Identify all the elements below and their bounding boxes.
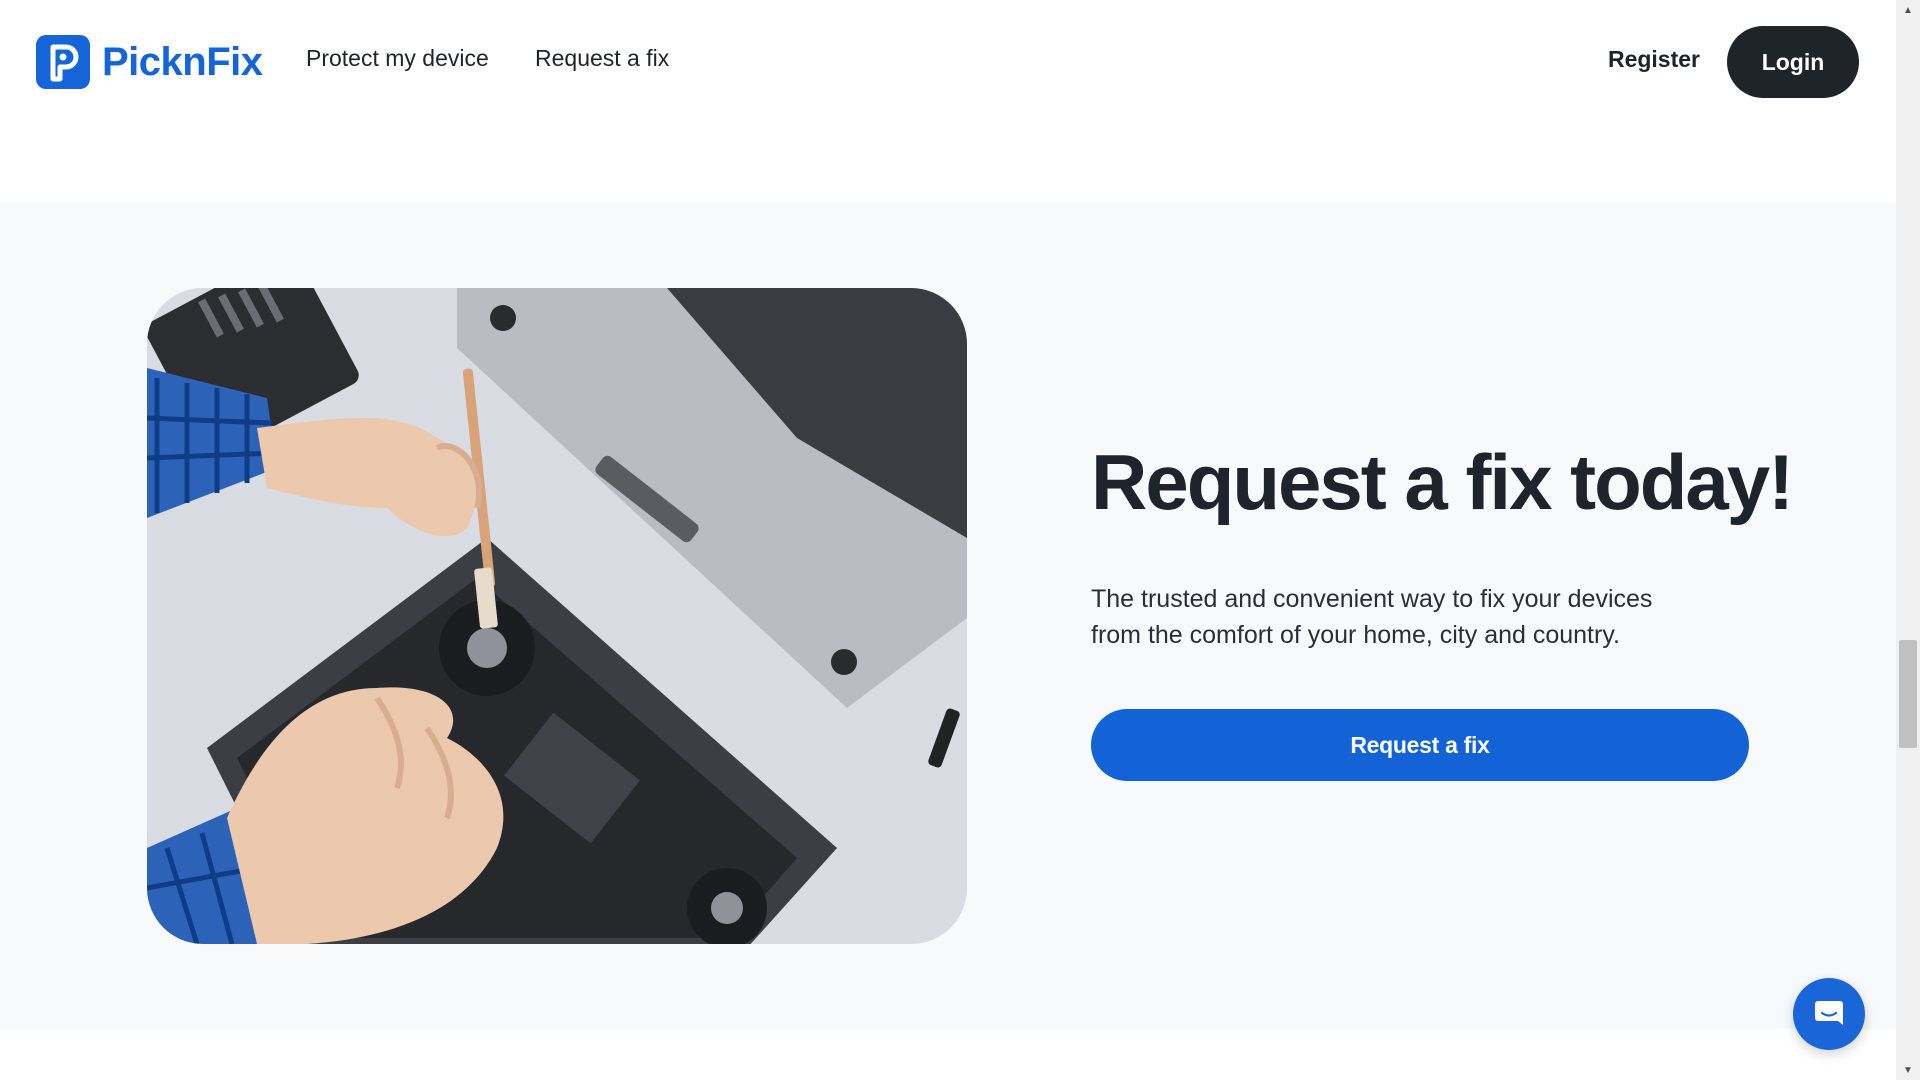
request-fix-section: Request a fix today! The trusted and con…	[0, 203, 1896, 1029]
vertical-scrollbar[interactable]: ▲ ▼	[1896, 0, 1920, 1080]
section-heading: Request a fix today!	[1091, 438, 1794, 526]
register-link[interactable]: Register	[1608, 46, 1700, 73]
brand-logo-link[interactable]: PicknFix	[36, 35, 263, 89]
page-viewport: PicknFix Protect my device Request a fix…	[0, 0, 1896, 1080]
chat-launcher-button[interactable]	[1793, 978, 1865, 1050]
login-button[interactable]: Login	[1727, 26, 1859, 98]
description-line-2: from the comfort of your home, city and …	[1091, 621, 1620, 649]
scrollbar-thumb[interactable]	[1899, 640, 1917, 748]
site-header: PicknFix Protect my device Request a fix…	[0, 0, 1896, 124]
request-fix-cta-button[interactable]: Request a fix	[1091, 709, 1749, 781]
brand-name: PicknFix	[102, 39, 263, 84]
nav-request-a-fix[interactable]: Request a fix	[535, 45, 669, 72]
nav-protect-my-device[interactable]: Protect my device	[306, 45, 489, 72]
chat-bubble-icon	[1812, 996, 1846, 1033]
scroll-up-arrow-icon[interactable]: ▲	[1896, 0, 1920, 20]
scroll-down-arrow-icon[interactable]: ▼	[1896, 1060, 1920, 1080]
description-line-1: The trusted and convenient way to fix yo…	[1091, 585, 1653, 613]
hero-photo	[147, 288, 967, 944]
section-description: The trusted and convenient way to fix yo…	[1091, 581, 1731, 653]
logo-p-icon	[36, 35, 90, 89]
